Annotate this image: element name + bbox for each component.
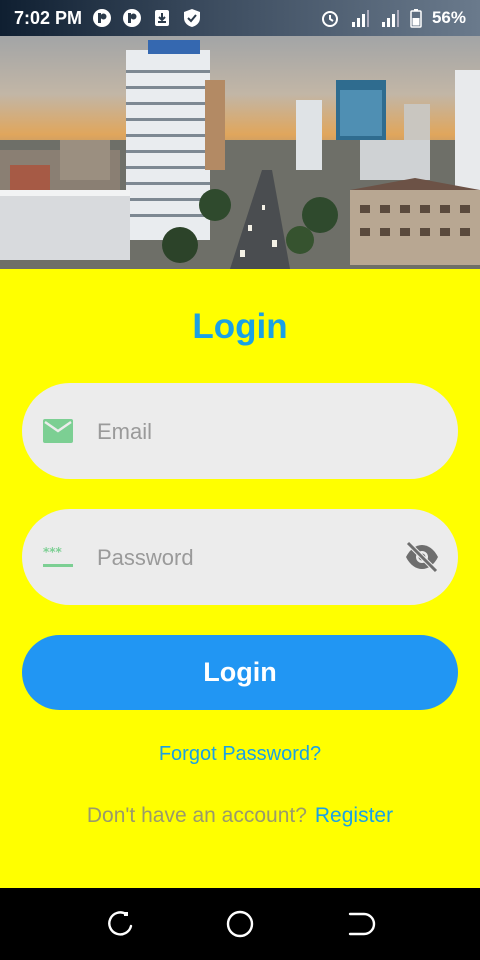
visibility-off-icon[interactable]	[404, 540, 440, 574]
page-title: Login	[192, 307, 288, 346]
mail-icon	[43, 419, 73, 443]
alarm-icon	[321, 11, 338, 27]
battery-percent: 56%	[431, 8, 466, 27]
battery-icon	[410, 9, 422, 28]
navigation-bar	[0, 888, 480, 960]
email-input[interactable]	[95, 383, 399, 481]
back-icon[interactable]	[344, 908, 376, 940]
p-icon	[123, 9, 142, 27]
signal-icon	[351, 10, 369, 27]
no-account-text: Don't have an account?	[86, 804, 307, 827]
password-input[interactable]	[95, 509, 399, 607]
home-icon[interactable]	[224, 908, 256, 940]
email-field[interactable]	[22, 383, 458, 481]
password-field[interactable]: ***	[22, 509, 458, 607]
city-skyline-icon	[0, 0, 480, 269]
signal-icon	[381, 10, 399, 27]
register-link[interactable]: Register	[315, 804, 393, 827]
city-skyline-image	[0, 0, 480, 269]
register-row: Don't have an account? Register	[0, 804, 480, 828]
download-icon	[155, 10, 170, 26]
p-icon	[93, 9, 112, 27]
status-bar: 7:02 PM 56%	[0, 0, 480, 36]
forgot-password-link[interactable]: Forgot Password?	[0, 743, 480, 766]
login-button[interactable]: Login	[22, 635, 458, 710]
recent-apps-icon[interactable]	[104, 908, 136, 940]
shield-check-icon	[184, 9, 201, 27]
svg-text:***: ***	[43, 545, 63, 559]
login-panel: Login *** Login Forgot Password? Don't h…	[0, 269, 480, 888]
status-time: 7:02 PM	[14, 7, 83, 28]
password-icon: ***	[43, 545, 73, 567]
